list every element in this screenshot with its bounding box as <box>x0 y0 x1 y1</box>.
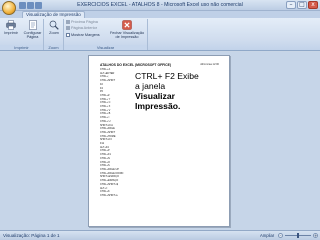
tab-print-preview[interactable]: Visualização de Impressão <box>22 11 85 18</box>
group-preview-label: Visualizar <box>64 45 147 50</box>
minimize-button[interactable]: – <box>286 1 296 9</box>
shortcut-list: CTRL+ A ALT+ENTER CTRL+; CTRL+SHIFT F2 F4 F5 CT… <box>100 68 123 198</box>
close-preview-icon <box>122 20 132 30</box>
printer-icon <box>6 20 16 30</box>
close-preview-button[interactable]: Fechar Visualização de Impressão <box>108 20 146 44</box>
callout-line-4: Impressão. <box>135 101 181 111</box>
group-print-label: Imprimir <box>0 45 43 50</box>
group-zoom: Zoom Zoom <box>44 19 64 50</box>
print-button[interactable]: Imprimir <box>2 20 20 44</box>
window-title: EXERCICIOS EXCEL - ATALHOS 8 - Microsoft… <box>77 2 243 8</box>
show-margins-checkbox[interactable]: Mostrar Margens <box>66 33 100 38</box>
page-setup-button[interactable]: Configurar Página <box>22 20 43 44</box>
callout-line-3: Visualizar <box>135 91 175 101</box>
callout-line-2: a janela <box>135 81 166 91</box>
callout-line-1: CTRL+ F2 Exibe <box>135 71 199 81</box>
group-preview: Próxima Página Página Anterior Mostrar M… <box>64 19 148 50</box>
show-margins-label: Mostrar Margens <box>71 33 100 37</box>
close-preview-label: Fechar Visualização de Impressão <box>109 31 145 39</box>
print-label: Imprimir <box>4 31 18 35</box>
prev-page-button[interactable]: Página Anterior <box>66 26 97 31</box>
checkbox-icon <box>66 33 70 37</box>
document-title: ATALHOS DO EXCEL (MICROSOFT OFFICE) <box>100 63 172 67</box>
zoom-in-button[interactable]: + <box>313 233 318 238</box>
prev-page-label: Página Anterior <box>71 26 97 30</box>
next-page-icon <box>66 20 70 24</box>
document-date: dd/mm/aa 12:00 <box>200 63 219 66</box>
office-button[interactable] <box>2 1 16 15</box>
page-setup-icon <box>28 20 37 30</box>
status-bar: Visualização: Página 1 de 1 Ampliar – + <box>0 230 320 240</box>
next-page-label: Próxima Página <box>71 20 98 24</box>
zoom-label: Zoom <box>49 31 59 35</box>
ribbon-tab-row: Visualização de Impressão <box>0 11 320 18</box>
next-page-button[interactable]: Próxima Página <box>66 20 98 25</box>
ribbon: Imprimir Configurar Página Imprimir Zoom… <box>0 18 320 51</box>
status-page-info: Visualização: Página 1 de 1 <box>3 233 60 238</box>
zoom-slider-thumb[interactable] <box>297 233 299 238</box>
window-controls: – □ x <box>286 1 318 9</box>
prev-page-icon <box>66 26 70 30</box>
group-zoom-label: Zoom <box>44 45 63 50</box>
preview-page[interactable]: ATALHOS DO EXCEL (MICROSOFT OFFICE) dd/m… <box>88 55 230 227</box>
close-button[interactable]: x <box>308 1 318 9</box>
maximize-button[interactable]: □ <box>297 1 307 9</box>
zoom-button[interactable]: Zoom <box>45 20 63 44</box>
magnifier-icon <box>49 20 59 30</box>
zoom-status-label: Ampliar <box>260 233 275 238</box>
group-print: Imprimir Configurar Página Imprimir <box>0 19 44 50</box>
callout-text: CTRL+ F2 Exibe a janela Visualizar Impre… <box>135 71 215 111</box>
zoom-out-button[interactable]: – <box>278 233 283 238</box>
page-setup-label: Configurar Página <box>23 31 42 39</box>
shortcut-line: CTRL+SHIFT+L <box>100 193 119 197</box>
title-bar: EXERCICIOS EXCEL - ATALHOS 8 - Microsoft… <box>0 0 320 11</box>
